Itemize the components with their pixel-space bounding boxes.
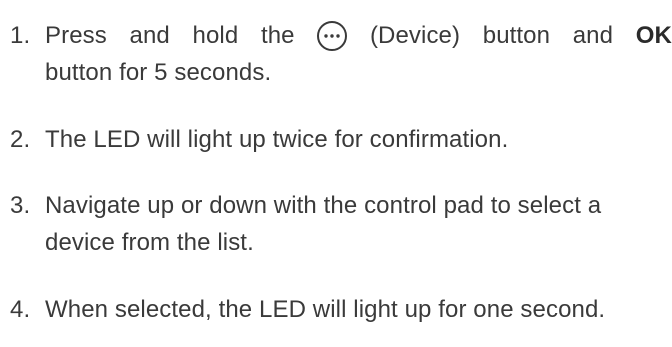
step-text: The LED will light up twice for confirma… [45, 126, 509, 153]
step-body: Press and hold the (Device) button and O… [45, 17, 672, 91]
step-line: Navigate up or down with the control pad… [45, 192, 602, 219]
ellipsis-icon [324, 33, 340, 38]
ok-button-label: OK [635, 22, 672, 49]
step-text: When selected, the LED will light up for… [45, 296, 606, 323]
step-word: hold [192, 22, 239, 49]
device-button-icon [317, 20, 348, 51]
step-body: The LED will light up twice for confirma… [45, 121, 672, 158]
step-word: button [482, 22, 551, 49]
step-number: 1. [10, 22, 31, 49]
step-word: and [129, 22, 170, 49]
step-word: the [260, 22, 295, 49]
step-body: Navigate up or down with the control pad… [45, 187, 672, 261]
step-number: 4. [10, 296, 31, 323]
step-line: button for 5 seconds. [45, 59, 272, 86]
step-body: When selected, the LED will light up for… [45, 291, 672, 328]
device-label: (Device) [369, 22, 461, 49]
step-line: Press and hold the (Device) button and O… [45, 17, 672, 54]
step-line: device from the list. [45, 229, 254, 256]
step-number: 3. [10, 192, 31, 219]
step-number: 2. [10, 126, 31, 153]
step-word: Press [45, 22, 107, 49]
step-word: and [572, 22, 614, 49]
